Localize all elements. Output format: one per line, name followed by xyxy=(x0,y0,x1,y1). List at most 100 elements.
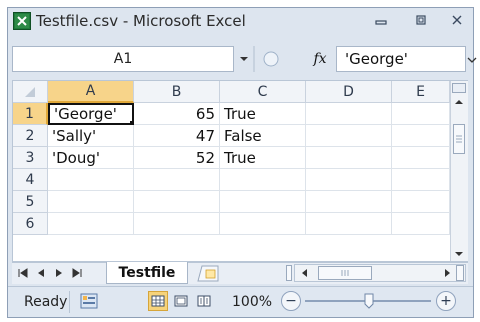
grip-icon xyxy=(456,135,462,143)
insert-function-button[interactable]: fx xyxy=(305,46,335,72)
page-break-preview-button[interactable] xyxy=(194,291,214,311)
status-divider xyxy=(69,291,70,313)
tab-testfile[interactable]: Testfile xyxy=(106,262,188,284)
select-all-icon xyxy=(25,86,35,97)
minimize-button[interactable] xyxy=(370,12,392,28)
cell-b2[interactable]: 47 xyxy=(134,125,220,147)
formula-input[interactable]: 'George' xyxy=(336,46,466,72)
cell-d5[interactable] xyxy=(306,191,392,213)
cell-c5[interactable] xyxy=(220,191,306,213)
slider-thumb-icon xyxy=(364,293,374,309)
cell-a3[interactable]: 'Doug' xyxy=(48,147,134,169)
row-header-2[interactable]: 2 xyxy=(13,125,48,147)
cell-c3[interactable]: True xyxy=(220,147,306,169)
cell-e4[interactable] xyxy=(392,169,450,191)
minimize-icon xyxy=(375,20,387,25)
cell-c6[interactable] xyxy=(220,213,306,235)
cell-e5[interactable] xyxy=(392,191,450,213)
normal-view-button[interactable] xyxy=(148,291,168,311)
row-header-label: 6 xyxy=(25,215,35,232)
row-header-label: 2 xyxy=(25,127,35,144)
column-header-e[interactable]: E xyxy=(392,81,450,103)
cell-e1[interactable] xyxy=(392,103,450,125)
row-header-3[interactable]: 3 xyxy=(13,147,48,169)
cell-a4[interactable] xyxy=(48,169,134,191)
cell-b4[interactable] xyxy=(134,169,220,191)
triangle-right-icon xyxy=(445,269,450,277)
row-header-4[interactable]: 4 xyxy=(13,169,48,191)
cell-d1[interactable] xyxy=(306,103,392,125)
cell-b6[interactable] xyxy=(134,213,220,235)
scroll-up-button[interactable] xyxy=(452,95,466,109)
zoom-level[interactable]: 100% xyxy=(232,294,272,310)
cell-e2[interactable] xyxy=(392,125,450,147)
horizontal-scroll-thumb[interactable] xyxy=(318,266,372,280)
restore-button[interactable] xyxy=(410,12,432,28)
select-all-button[interactable] xyxy=(13,81,48,103)
zoom-in-button[interactable]: + xyxy=(436,291,456,311)
macro-icon xyxy=(80,293,98,309)
cell-a6[interactable] xyxy=(48,213,134,235)
cell-b3[interactable]: 52 xyxy=(134,147,220,169)
column-header-label: C xyxy=(257,83,268,100)
name-box[interactable]: A1 xyxy=(12,46,234,72)
tab-label: Testfile xyxy=(118,264,176,281)
row-header-1[interactable]: 1 xyxy=(13,103,48,125)
tab-scroll-last-button[interactable] xyxy=(70,266,84,280)
new-sheet-icon xyxy=(197,265,219,282)
cell-d3[interactable] xyxy=(306,147,392,169)
window-title: Testfile.csv - Microsoft Excel xyxy=(36,12,246,30)
column-header-c[interactable]: C xyxy=(220,81,306,103)
formula-expand-button[interactable] xyxy=(467,52,477,68)
zoom-in-label: + xyxy=(440,293,452,309)
page-layout-view-button[interactable] xyxy=(171,291,191,311)
vertical-scroll-thumb[interactable] xyxy=(453,124,465,154)
row-header-6[interactable]: 6 xyxy=(13,213,48,235)
cell-e3[interactable] xyxy=(392,147,450,169)
column-header-label: A xyxy=(85,83,96,99)
close-button[interactable] xyxy=(446,12,468,28)
cell-d6[interactable] xyxy=(306,213,392,235)
name-box-value: A1 xyxy=(113,51,133,67)
horizontal-split-box-right[interactable] xyxy=(456,265,464,281)
cell-c1[interactable]: True xyxy=(220,103,306,125)
horizontal-split-box[interactable] xyxy=(286,265,292,281)
scroll-left-button[interactable] xyxy=(298,266,312,280)
column-header-b[interactable]: B xyxy=(134,81,220,103)
excel-icon xyxy=(15,14,29,28)
tab-scroll-prev-button[interactable] xyxy=(34,266,48,280)
cell-e6[interactable] xyxy=(392,213,450,235)
vertical-split-box[interactable] xyxy=(452,83,466,93)
cell-a1[interactable]: 'George' xyxy=(48,103,134,125)
cancel-entry-button[interactable] xyxy=(257,48,285,70)
cell-c4[interactable] xyxy=(220,169,306,191)
tab-scroll-first-button[interactable] xyxy=(16,266,30,280)
cell-b1[interactable]: 65 xyxy=(134,103,220,125)
insert-sheet-tab[interactable] xyxy=(188,262,228,284)
cell-d2[interactable] xyxy=(306,125,392,147)
zoom-out-button[interactable]: − xyxy=(281,291,301,311)
column-header-d[interactable]: D xyxy=(306,81,392,103)
row-header-5[interactable]: 5 xyxy=(13,191,48,213)
cell-d4[interactable] xyxy=(306,169,392,191)
status-ready: Ready xyxy=(24,294,68,310)
cell-a2[interactable]: 'Sally' xyxy=(48,125,134,147)
column-header-label: E xyxy=(416,83,425,100)
row-header-label: 4 xyxy=(25,171,35,188)
scroll-down-button[interactable] xyxy=(452,247,466,261)
macro-record-button[interactable] xyxy=(78,291,100,311)
cell-a5[interactable] xyxy=(48,191,134,213)
page-break-icon xyxy=(197,295,211,307)
last-icon xyxy=(72,268,82,278)
cell-b5[interactable] xyxy=(134,191,220,213)
row-header-label: 3 xyxy=(25,149,35,166)
close-icon xyxy=(452,15,462,25)
tab-scroll-next-button[interactable] xyxy=(52,266,66,280)
zoom-slider-thumb[interactable] xyxy=(364,293,374,309)
scroll-right-button[interactable] xyxy=(440,266,454,280)
column-header-a[interactable]: A xyxy=(48,81,134,103)
formula-input-value: 'George' xyxy=(345,50,408,68)
cell-c2[interactable]: False xyxy=(220,125,306,147)
normal-view-icon xyxy=(151,295,165,307)
name-box-dropdown-arrow[interactable] xyxy=(236,52,252,66)
